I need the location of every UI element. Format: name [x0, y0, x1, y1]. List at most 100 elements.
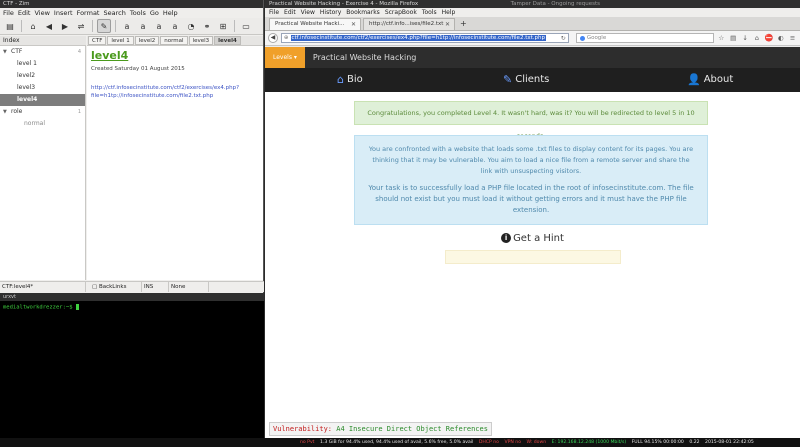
- nav-bio[interactable]: ⌂ Bio: [337, 68, 363, 92]
- image-icon[interactable]: ⊞: [216, 19, 230, 33]
- firefox-title-bar: Practical Website Hacking - Exercise 4 -…: [265, 0, 800, 8]
- pathbar-level1[interactable]: level 1: [107, 36, 134, 45]
- index-item-level4[interactable]: level4: [0, 94, 85, 106]
- levels-dropdown-button[interactable]: Levels ▾: [265, 47, 305, 68]
- hint-content-box: [445, 250, 621, 264]
- expander-down-icon[interactable]: ▼: [3, 46, 11, 58]
- page-created-date: Created Saturday 01 August 2015: [91, 66, 185, 72]
- status-page-name: CTF:level4*: [0, 282, 86, 292]
- site-top-bar: Levels ▾ Practical Website Hacking: [265, 47, 800, 68]
- forward-arrow-icon[interactable]: ▶: [58, 19, 72, 33]
- index-item-role[interactable]: ▼ role 1: [0, 106, 85, 118]
- site-brand[interactable]: Practical Website Hacking: [313, 53, 416, 62]
- reload-icon[interactable]: ↻: [561, 34, 566, 43]
- ff-menu-bookmarks[interactable]: Bookmarks: [346, 9, 380, 16]
- status-backlinks-button[interactable]: ▢ BackLinks: [86, 282, 142, 292]
- zim-menu-search[interactable]: Search: [103, 9, 125, 17]
- site-identity-icon[interactable]: ⊕: [284, 35, 289, 41]
- firefox-menubar: File Edit View History Bookmarks ScrapBo…: [265, 8, 800, 17]
- hamburger-menu-icon[interactable]: ≡: [788, 34, 797, 42]
- index-item-level3[interactable]: level3: [0, 82, 85, 94]
- back-icon[interactable]: ◀: [268, 33, 278, 43]
- backlinks-icon: ▢: [92, 284, 99, 290]
- home-button-icon[interactable]: ⌂: [753, 34, 762, 42]
- pathbar-icon[interactable]: ⇌: [74, 19, 88, 33]
- ff-menu-scrapbook[interactable]: ScrapBook: [385, 9, 417, 16]
- home-icon[interactable]: ⌂: [26, 19, 40, 33]
- toolbar-separator: [234, 20, 235, 32]
- toolbar-separator: [21, 20, 22, 32]
- index-item-level1[interactable]: level 1: [0, 58, 85, 70]
- zim-toolbar: ▤ ⌂ ◀ ▶ ⇌ ✎ a a a a ◔ ⚭ ⊞ ▭: [0, 18, 263, 35]
- pathbar-normal[interactable]: normal: [160, 36, 188, 45]
- format-strike-icon[interactable]: a: [168, 19, 182, 33]
- terminal-title-bar: urxvt: [0, 293, 264, 301]
- caret-down-icon: ▾: [293, 54, 297, 61]
- close-tab-icon[interactable]: ✕: [445, 19, 450, 30]
- new-tab-plus-icon[interactable]: +: [457, 18, 470, 30]
- pathbar-ctf[interactable]: CTF: [88, 36, 107, 45]
- task-description: You are confronted with a website that l…: [368, 145, 694, 175]
- zim-menu-format[interactable]: Format: [77, 9, 100, 17]
- status-wireless: W: down: [526, 440, 547, 445]
- pathbar-level3[interactable]: level3: [188, 36, 214, 45]
- expander-down-icon[interactable]: ▼: [3, 106, 11, 118]
- zim-menu-insert[interactable]: Insert: [54, 9, 73, 17]
- adblock-stop-icon[interactable]: ⛔: [764, 34, 773, 42]
- zim-menu-go[interactable]: Go: [150, 9, 159, 17]
- ff-menu-edit[interactable]: Edit: [284, 9, 296, 16]
- star-bookmark-icon[interactable]: ☆: [717, 34, 726, 42]
- ff-menu-help[interactable]: Help: [442, 9, 456, 16]
- extension-icon[interactable]: ◐: [776, 34, 785, 42]
- status-style[interactable]: None: [169, 282, 209, 292]
- tab-file2-txt[interactable]: http://ctf.info...ises/file2.txt ✕: [363, 18, 455, 30]
- pencil-icon: ✎: [503, 73, 513, 86]
- pathbar-level2[interactable]: level2: [134, 36, 160, 45]
- tab-practical-website-hacking[interactable]: Practical Website Hacki... ✕: [269, 18, 361, 30]
- nav-about[interactable]: 👤 About: [687, 68, 733, 92]
- index-item-normal[interactable]: normal: [0, 118, 85, 130]
- bookmarks-menu-icon[interactable]: ▤: [729, 34, 738, 42]
- page-editor[interactable]: level4 Created Saturday 01 August 2015 h…: [87, 46, 263, 280]
- home-icon: ⌂: [337, 73, 344, 86]
- zim-menu-file[interactable]: File: [3, 9, 14, 17]
- system-status-bar: no Pvt 1.3 GiB for 94.4% used, 94.4% use…: [0, 438, 800, 447]
- index-item-ctf[interactable]: ▼ CTF 4: [0, 46, 85, 58]
- zim-menu-tools[interactable]: Tools: [130, 9, 146, 17]
- zim-menu-help[interactable]: Help: [163, 9, 178, 17]
- window-icon[interactable]: ▭: [239, 19, 253, 33]
- format-underline-icon[interactable]: a: [152, 19, 166, 33]
- zim-menu-edit[interactable]: Edit: [18, 9, 31, 17]
- close-tab-icon[interactable]: ✕: [351, 19, 356, 30]
- get-hint-link[interactable]: i Get a Hint: [265, 233, 800, 244]
- ff-menu-view[interactable]: View: [301, 9, 315, 16]
- link-icon[interactable]: ⚭: [200, 19, 214, 33]
- verbatim-icon[interactable]: ◔: [184, 19, 198, 33]
- info-circle-icon: i: [501, 233, 512, 243]
- url-bar[interactable]: ⊕ ctf.infosecinstitute.com/ctf2/exercise…: [280, 33, 569, 43]
- nav-clients[interactable]: ✎ Clients: [503, 68, 549, 92]
- url-text[interactable]: ctf.infosecinstitute.com/ctf2/exercises/…: [290, 35, 546, 41]
- ff-menu-history[interactable]: History: [320, 9, 341, 16]
- terminal-cursor: [75, 304, 79, 310]
- edit-pencil-icon[interactable]: ✎: [97, 19, 111, 33]
- notebook-icon[interactable]: ▤: [3, 19, 17, 33]
- status-dhcp: DHCP no: [478, 440, 499, 445]
- ff-menu-file[interactable]: File: [269, 9, 279, 16]
- ff-menu-tools[interactable]: Tools: [422, 9, 437, 16]
- search-input[interactable]: Google: [575, 33, 714, 43]
- site-nav: ⌂ Bio ✎ Clients 👤 About: [265, 68, 800, 92]
- status-vpn: VPN no: [504, 440, 521, 445]
- page-link[interactable]: http://ctf.infosecinstitute.com/ctf2/exe…: [91, 84, 251, 100]
- pathbar-level4[interactable]: level4: [214, 36, 241, 45]
- status-battery: FULL 94.15% 00:00:00: [631, 440, 684, 445]
- format-italic-icon[interactable]: a: [136, 19, 150, 33]
- status-load: 0.22: [689, 440, 700, 445]
- format-bold-icon[interactable]: a: [120, 19, 134, 33]
- zim-menu-view[interactable]: View: [34, 9, 49, 17]
- terminal-window[interactable]: urxvt medialtworkdrezzer:~$: [0, 293, 264, 438]
- terminal-prompt-line[interactable]: medialtworkdrezzer:~$: [0, 301, 264, 314]
- back-arrow-icon[interactable]: ◀: [42, 19, 56, 33]
- index-item-level2[interactable]: level2: [0, 70, 85, 82]
- download-icon[interactable]: ↓: [741, 34, 750, 42]
